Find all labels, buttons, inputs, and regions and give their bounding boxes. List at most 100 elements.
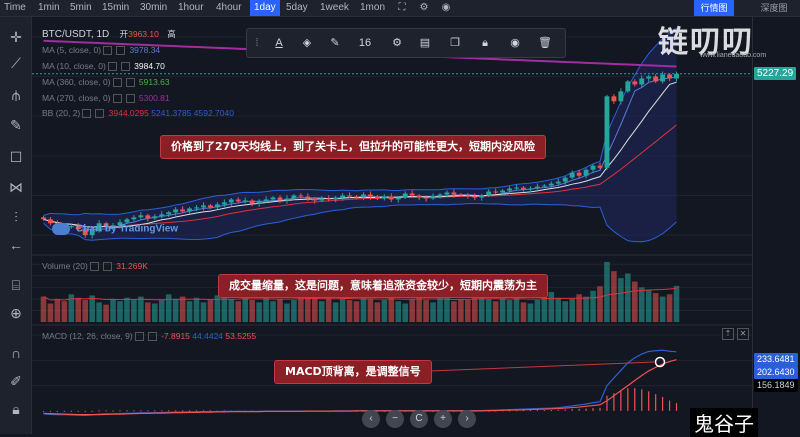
visual-order-icon[interactable]: ▤: [415, 33, 435, 53]
candle: [208, 205, 213, 208]
settings-icon[interactable]: ⚙: [387, 33, 407, 53]
legend-bb[interactable]: BB (20, 2) 3944.0295 5241.3785 4592.7040: [42, 108, 234, 119]
zoom-out-button[interactable]: −: [386, 410, 404, 428]
arrow-icon[interactable]: ←: [6, 235, 26, 255]
macd-badge-3: 156.1849: [754, 379, 798, 392]
macd-histogram-bar: [126, 410, 128, 412]
macd-histogram-bar: [592, 408, 594, 411]
legend-ma5-value: 3978.34: [129, 45, 161, 55]
pattern-icon[interactable]: ⋈: [6, 177, 26, 197]
settings-icon[interactable]: ⚙: [418, 2, 430, 14]
font-size-select[interactable]: 16: [353, 33, 377, 53]
reset-button[interactable]: C: [410, 410, 428, 428]
close-icon[interactable]: [125, 78, 135, 88]
timeframe-1mon[interactable]: 1mon: [360, 0, 385, 16]
eye-icon[interactable]: [107, 62, 117, 72]
timeframe-1week[interactable]: 1week: [320, 0, 349, 16]
close-icon[interactable]: [147, 332, 157, 342]
macd-histogram-bar: [154, 410, 156, 412]
trash-icon[interactable]: 🗑︎: [535, 33, 555, 53]
volume-bar: [666, 294, 673, 322]
timeframe-30min[interactable]: 30min: [140, 0, 167, 16]
volume-bar: [325, 298, 332, 322]
open-value: 3963.10: [128, 29, 159, 39]
timeframe-4hour[interactable]: 4hour: [216, 0, 242, 16]
fill-color-icon[interactable]: ◈: [297, 33, 317, 53]
clone-icon[interactable]: ❐: [445, 33, 465, 53]
pane-up-icon[interactable]: ⇡: [722, 328, 734, 340]
macd-annotation[interactable]: MACD顶背离，是调整信号: [274, 360, 432, 384]
close-icon[interactable]: [102, 262, 112, 272]
eye-icon[interactable]: [89, 262, 99, 272]
timeframe-1day[interactable]: 1day: [250, 0, 280, 16]
macd-histogram-bar: [168, 410, 170, 412]
timeframe-1min[interactable]: 1min: [38, 0, 60, 16]
fullscreen-icon[interactable]: ⛶: [396, 2, 408, 14]
left-toolbar: ✛ ⟋ ⫛ ✎ ☐ ⋈ ⫶ ← ⌸ ⊕ ∩ ✐ 🔒︎: [0, 17, 32, 434]
legend-ma10[interactable]: MA (10, close, 0) 3984.70: [42, 61, 165, 72]
eye-icon[interactable]: [103, 46, 113, 56]
scroll-left-button[interactable]: ‹: [362, 410, 380, 428]
price-annotation[interactable]: 价格到了270天均线上，到了关卡上，但拉升的可能性更大，短期内没风险: [160, 135, 546, 159]
magnet-icon[interactable]: ∩: [6, 343, 26, 363]
crosshair-icon[interactable]: ✛: [6, 27, 26, 47]
close-icon[interactable]: [125, 94, 135, 104]
candle: [326, 198, 332, 200]
legend-ma270[interactable]: MA (270, close, 0) 5300.81: [42, 93, 170, 104]
macd-histogram-bar: [70, 410, 72, 412]
tab-chart[interactable]: 行情图: [694, 0, 734, 16]
eye-icon[interactable]: [112, 94, 122, 104]
eye-icon[interactable]: ◉: [505, 33, 525, 53]
scroll-right-button[interactable]: ›: [458, 410, 476, 428]
eye-icon[interactable]: [112, 78, 122, 88]
macd-histogram-bar: [641, 389, 643, 411]
pencil-icon[interactable]: ✎: [325, 33, 345, 53]
candle: [214, 204, 220, 208]
legend-macd[interactable]: MACD (12, 26, close, 9) -7.8915 44.4424 …: [42, 331, 256, 342]
ruler-icon[interactable]: ⌸: [6, 275, 26, 295]
eye-icon[interactable]: [82, 109, 92, 119]
candle: [201, 205, 206, 208]
watermark-author: 鬼谷子: [690, 408, 758, 437]
timeframe-15min[interactable]: 15min: [102, 0, 129, 16]
lock-icon[interactable]: 🔒︎: [6, 399, 26, 419]
volume-bar: [339, 296, 346, 322]
volume-annotation[interactable]: 成交量缩量，这是问题，意味着追涨资金较少，短期内震荡为主: [218, 274, 548, 298]
volume-bar: [165, 294, 172, 322]
brush-icon[interactable]: ✎: [6, 115, 26, 135]
candle: [194, 207, 199, 209]
lock-icon[interactable]: 🔒︎: [475, 33, 495, 53]
pitchfork-icon[interactable]: ⫛: [6, 85, 26, 105]
text-icon[interactable]: ☐: [6, 147, 26, 167]
legend-ma360[interactable]: MA (360, close, 0) 5913.63: [42, 77, 170, 88]
current-price-badge: 5227.29: [754, 66, 797, 80]
volume-bar: [569, 298, 575, 322]
volume-bar: [437, 297, 443, 322]
zoom-in-button[interactable]: +: [434, 410, 452, 428]
zoom-in-icon[interactable]: ⊕: [6, 303, 26, 323]
candle: [618, 91, 624, 102]
timeframe-1hour[interactable]: 1hour: [178, 0, 204, 16]
volume-bar: [632, 281, 638, 322]
candle: [472, 196, 478, 198]
measure-icon[interactable]: ⫶: [6, 207, 26, 227]
pane-close-icon[interactable]: ✕: [737, 328, 749, 340]
timeframe-5day[interactable]: 5day: [286, 0, 308, 16]
lock-drawing-icon[interactable]: ✐: [6, 371, 26, 391]
close-icon[interactable]: [116, 46, 126, 56]
volume-bar: [152, 303, 158, 322]
legend-ma5[interactable]: MA (5, close, 0) 3978.34: [42, 45, 161, 56]
close-icon[interactable]: [120, 62, 130, 72]
tradingview-badge[interactable]: Chart by TradingView: [52, 223, 178, 235]
close-icon[interactable]: [95, 109, 105, 119]
drag-handle-icon[interactable]: ⁞: [247, 33, 267, 53]
timeframe-5min[interactable]: 5min: [70, 0, 92, 16]
eye-icon[interactable]: [134, 332, 144, 342]
candle: [528, 188, 533, 190]
text-color-icon[interactable]: A: [269, 33, 289, 53]
camera-icon[interactable]: ◉: [440, 2, 452, 14]
legend-volume[interactable]: Volume (20) 31.269K: [42, 261, 148, 272]
tab-depth[interactable]: 深度图: [752, 0, 796, 16]
trend-line-icon[interactable]: ⟋: [6, 53, 26, 73]
macd-histogram-bar: [627, 388, 629, 411]
